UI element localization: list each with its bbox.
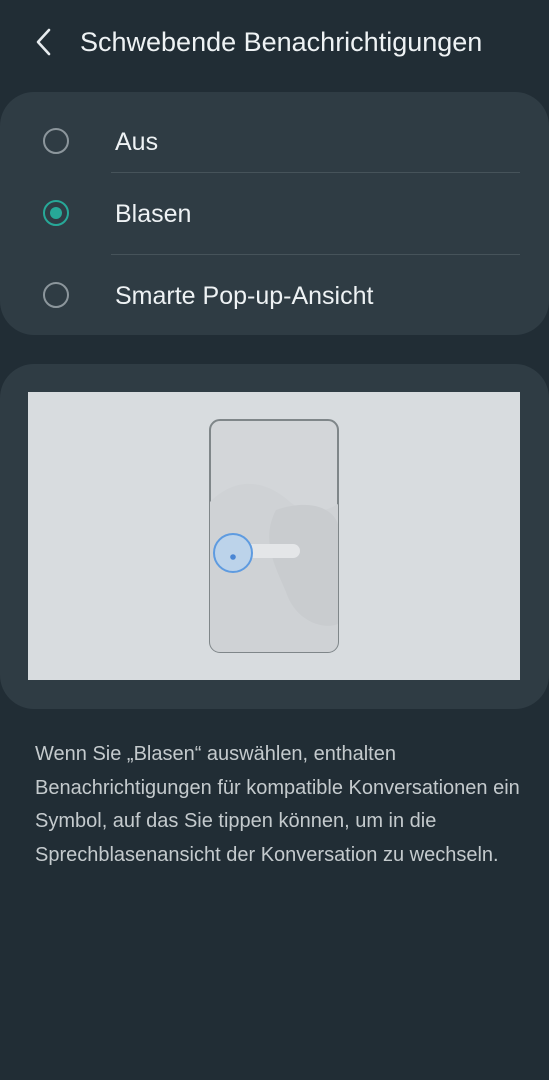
page-title: Schwebende Benachrichtigungen (80, 27, 483, 57)
option-smarte-popup[interactable]: Smarte Pop-up-Ansicht (0, 256, 549, 338)
bubble-dot (230, 554, 236, 560)
bubble-illustration (28, 392, 520, 680)
radio-button-aus[interactable] (43, 128, 69, 154)
radio-button-smarte-popup[interactable] (43, 282, 69, 308)
illustration-card (0, 364, 549, 709)
chevron-left-icon (36, 28, 51, 56)
back-button[interactable] (26, 24, 62, 60)
divider (111, 172, 520, 173)
app-bar: Schwebende Benachrichtigungen (0, 0, 549, 84)
divider (111, 254, 520, 255)
radio-button-blasen[interactable] (43, 200, 69, 226)
bubble-icon (213, 533, 253, 573)
phone-bubble-illustration (209, 419, 339, 653)
option-label: Blasen (115, 200, 192, 228)
description-text: Wenn Sie „Blasen“ auswählen, enthalten B… (35, 743, 520, 866)
option-label: Aus (115, 128, 159, 156)
options-card: Aus Blasen Smarte Pop-up-Ansicht (0, 92, 549, 335)
option-blasen[interactable]: Blasen (0, 174, 549, 256)
option-label: Smarte Pop-up-Ansicht (115, 282, 374, 310)
